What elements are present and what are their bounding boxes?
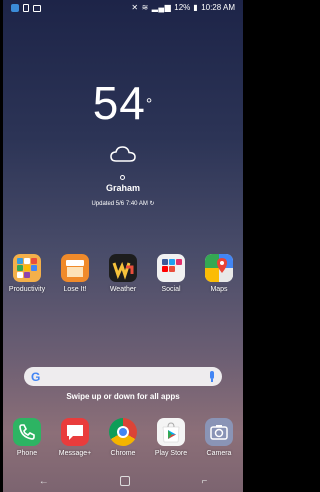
dock-play-store[interactable]: Play Store [148,418,194,457]
app-label: Social [161,286,181,293]
wifi-icon: ≋ [141,3,149,12]
navigation-bar: ← ⌐ [3,470,243,492]
camera-icon [205,418,233,446]
app-label: Play Store [154,450,188,457]
home-button[interactable] [120,476,131,486]
dock-phone[interactable]: Phone [4,418,50,457]
updated-text: Updated 5/6 7:40 AM [91,201,148,207]
app-productivity[interactable]: Productivity [4,254,50,293]
phone-icon [13,418,41,446]
battery-icon: ▮ [193,3,199,12]
app-label: Weather [109,286,137,293]
app-lose-it[interactable]: Lose It! [52,254,98,293]
folder-icon [157,254,185,282]
chrome-icon [109,418,137,446]
status-notifications [11,4,41,12]
message-icon [33,4,41,12]
google-logo: G [31,370,41,384]
facebook-icon [11,4,19,12]
status-time: 10:28 AM [201,3,235,12]
app-social[interactable]: Social [148,254,194,293]
weather-location: Graham [105,183,140,193]
dock-camera[interactable]: Camera [196,418,242,457]
cloud-icon [110,146,136,162]
message-icon [61,418,89,446]
weather-underground-icon [109,254,137,282]
weather-updated: Updated 5/6 7:40 AM ↻ [0,200,246,207]
app-label: Chrome [110,450,136,457]
app-label: Lose It! [63,286,87,293]
dock-chrome[interactable]: Chrome [100,418,146,457]
location-icon [120,175,125,180]
lose-it-icon [61,254,89,282]
app-label: Phone [16,450,38,457]
mic-icon[interactable] [210,371,214,382]
app-label: Maps [210,286,228,293]
home-screen: ✕ ≋ ▂▄▆ 12% ▮ 10:28 AM 54° Graham Update… [0,0,246,492]
mute-icon: ✕ [131,3,139,12]
dock-message-plus[interactable]: Message+ [52,418,98,457]
signal-icon: ▂▄▆ [151,3,172,12]
app-label: Message+ [58,450,92,457]
dock: Phone Message+ Chrome Play Store Camera [3,418,243,457]
clipboard-icon [23,4,29,12]
screen-bezel-left [0,0,3,492]
battery-percent: 12% [174,3,191,12]
google-search-bar[interactable]: G [24,367,222,386]
home-apps-row: Productivity Lose It! Weather Social Map… [3,254,243,293]
play-store-icon [157,418,185,446]
app-label: Productivity [8,286,46,293]
folder-icon [13,254,41,282]
back-button[interactable]: ← [39,476,49,487]
temperature: 54° [0,80,246,126]
recents-button[interactable]: ⌐ [201,476,207,487]
app-maps[interactable]: Maps [196,254,242,293]
app-label: Camera [206,450,232,457]
refresh-icon[interactable]: ↻ [150,201,155,207]
status-bar: ✕ ≋ ▂▄▆ 12% ▮ 10:28 AM [3,0,243,17]
temperature-value: 54 [92,77,146,129]
app-weather[interactable]: Weather [100,254,146,293]
status-system: ✕ ≋ ▂▄▆ 12% ▮ 10:28 AM [131,3,235,12]
screen-bezel-right [243,0,246,492]
maps-icon [205,254,233,282]
degree-symbol: ° [145,96,154,113]
swipe-hint: Swipe up or down for all apps [66,392,180,401]
